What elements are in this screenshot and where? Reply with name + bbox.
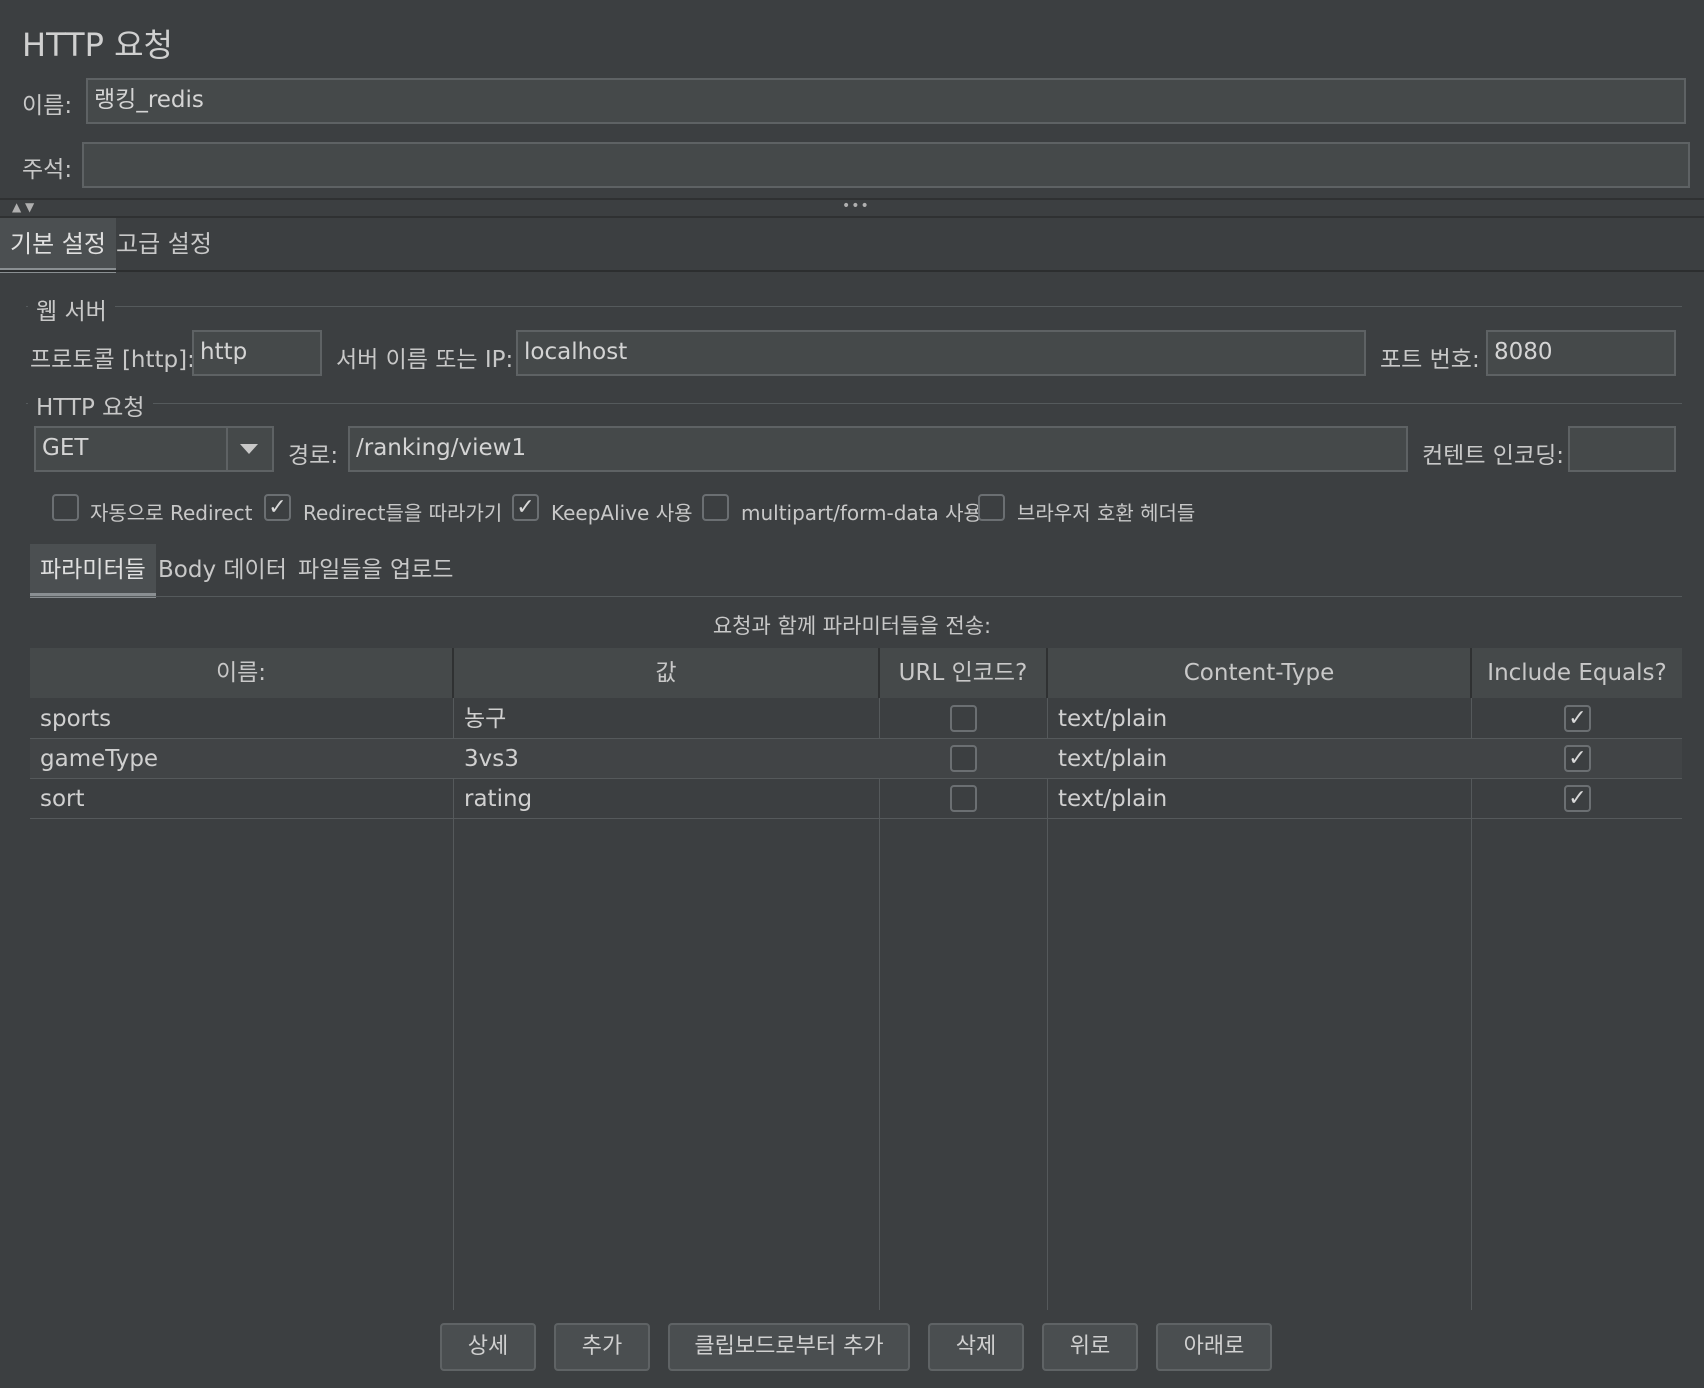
content-type-cell[interactable]: text/plain — [1058, 739, 1167, 779]
delete-button[interactable]: 삭제 — [928, 1323, 1024, 1371]
checkmark-icon: ✓ — [516, 495, 535, 520]
http-request-group-title: HTTP 요청 — [28, 388, 153, 422]
comment-field[interactable] — [82, 142, 1690, 188]
row-divider — [30, 818, 1682, 819]
params-table[interactable]: 이름: 값 URL 인코드? Content-Type Include Equa… — [30, 648, 1682, 1310]
method-value: GET — [42, 435, 89, 461]
port-label: 포트 번호: — [1380, 347, 1480, 373]
param-name-cell[interactable]: sort — [40, 779, 85, 819]
sub-tab-divider — [30, 596, 1682, 597]
path-field[interactable]: /ranking/view1 — [348, 426, 1408, 472]
move-up-button[interactable]: 위로 — [1042, 1323, 1138, 1371]
param-name-cell[interactable]: gameType — [40, 739, 158, 779]
params-caption: 요청과 함께 파라미터들을 전송: — [712, 614, 992, 638]
column-header-content-type[interactable]: Content-Type — [1048, 648, 1472, 698]
method-select[interactable]: GET — [34, 426, 274, 472]
tab-file-upload[interactable]: 파일들을 업로드 — [288, 544, 463, 596]
table-row[interactable]: sports 농구 text/plain ✓ — [30, 699, 1682, 739]
server-field[interactable]: localhost — [516, 330, 1366, 376]
param-value-cell[interactable]: 3vs3 — [464, 739, 519, 779]
column-header-include-equals[interactable]: Include Equals? — [1472, 648, 1682, 698]
column-header-url-encode[interactable]: URL 인코드? — [880, 648, 1048, 698]
url-encode-checkbox[interactable] — [950, 705, 977, 732]
url-encode-checkbox[interactable] — [950, 745, 977, 772]
follow-redirects-label: Redirect들을 따라가기 — [303, 501, 503, 525]
protocol-field[interactable]: http — [192, 330, 322, 376]
web-server-group-title: 웹 서버 — [28, 292, 115, 326]
move-down-button[interactable]: 아래로 — [1156, 1323, 1272, 1371]
server-label: 서버 이름 또는 IP: — [336, 347, 514, 373]
follow-redirects-checkbox[interactable]: ✓ — [264, 494, 291, 521]
multipart-label: multipart/form-data 사용 — [741, 501, 982, 525]
chevron-down-icon[interactable] — [240, 444, 258, 454]
keepalive-checkbox[interactable]: ✓ — [512, 494, 539, 521]
encoding-label: 컨텐트 인코딩: — [1422, 443, 1565, 469]
tab-advanced-settings[interactable]: 고급 설정 — [106, 218, 222, 270]
name-label: 이름: — [22, 93, 73, 119]
checkmark-icon: ✓ — [1568, 786, 1587, 811]
splitter-handle-icon[interactable]: ••• — [842, 198, 870, 214]
content-type-cell[interactable]: text/plain — [1058, 779, 1167, 819]
checkmark-icon: ✓ — [268, 495, 287, 520]
auto-redirect-label: 자동으로 Redirect — [90, 501, 253, 525]
comment-label: 주석: — [22, 157, 73, 183]
protocol-label: 프로토콜 [http]: — [30, 347, 195, 373]
auto-redirect-checkbox[interactable] — [52, 494, 79, 521]
splitter-divider — [0, 216, 1704, 218]
url-encode-checkbox[interactable] — [950, 785, 977, 812]
tab-basic-settings[interactable]: 기본 설정 — [0, 218, 116, 273]
content-type-cell[interactable]: text/plain — [1058, 699, 1167, 739]
checkmark-icon: ✓ — [1568, 746, 1587, 771]
include-equals-checkbox[interactable]: ✓ — [1564, 745, 1591, 772]
table-row[interactable]: gameType 3vs3 text/plain ✓ — [30, 739, 1682, 779]
method-select-separator — [226, 428, 228, 470]
add-button[interactable]: 추가 — [554, 1323, 650, 1371]
checkmark-icon: ✓ — [1568, 706, 1587, 731]
tab-divider — [0, 270, 1704, 272]
column-header-value[interactable]: 값 — [454, 648, 880, 698]
detail-button[interactable]: 상세 — [440, 1323, 536, 1371]
column-header-name[interactable]: 이름: — [30, 648, 454, 698]
name-field[interactable]: 랭킹_redis — [86, 78, 1686, 124]
encoding-field[interactable] — [1568, 426, 1676, 472]
include-equals-checkbox[interactable]: ✓ — [1564, 705, 1591, 732]
keepalive-label: KeepAlive 사용 — [551, 501, 693, 525]
include-equals-checkbox[interactable]: ✓ — [1564, 785, 1591, 812]
port-field[interactable]: 8080 — [1486, 330, 1676, 376]
browser-headers-label: 브라우저 호환 헤더들 — [1017, 501, 1196, 525]
multipart-checkbox[interactable] — [702, 494, 729, 521]
web-server-group-border — [26, 306, 1682, 307]
tab-body-data[interactable]: Body 데이터 — [148, 544, 297, 596]
page-title: HTTP 요청 — [22, 26, 173, 64]
table-row[interactable]: sort rating text/plain ✓ — [30, 779, 1682, 819]
add-from-clipboard-button[interactable]: 클립보드로부터 추가 — [668, 1323, 910, 1371]
collapse-arrows-icon[interactable]: ▲ ▼ — [12, 200, 34, 214]
path-label: 경로: — [288, 443, 339, 469]
param-value-cell[interactable]: 농구 — [464, 699, 506, 739]
param-value-cell[interactable]: rating — [464, 779, 532, 819]
browser-headers-checkbox[interactable] — [978, 494, 1005, 521]
param-name-cell[interactable]: sports — [40, 699, 111, 739]
http-request-group-border — [26, 403, 1682, 404]
tab-parameters[interactable]: 파라미터들 — [30, 544, 156, 598]
